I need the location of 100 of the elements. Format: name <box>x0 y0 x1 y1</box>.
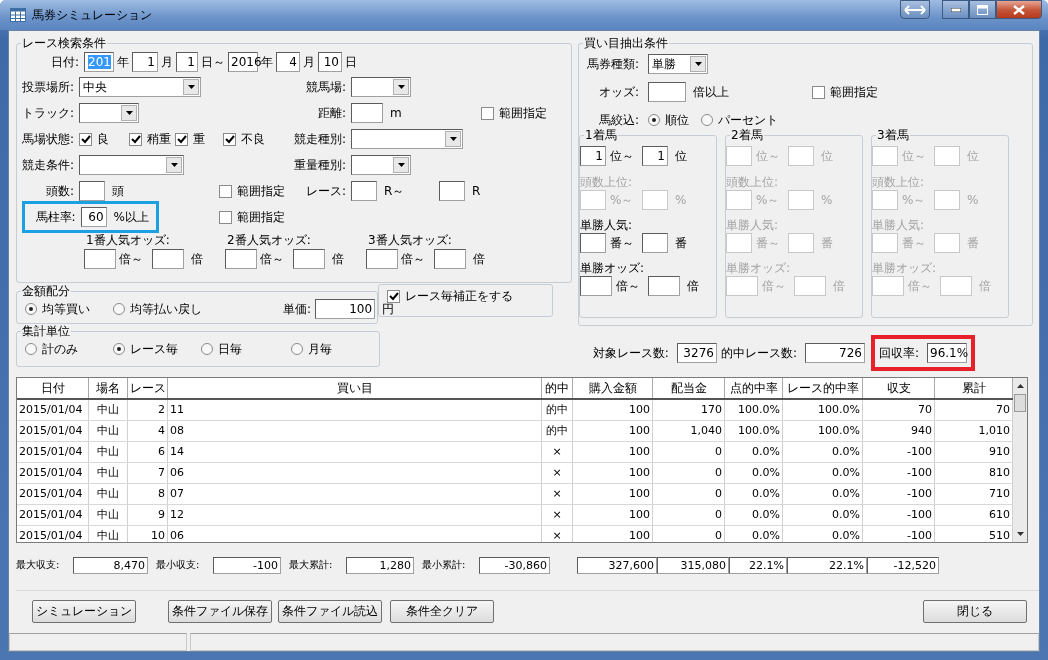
checkbox[interactable] <box>219 184 232 198</box>
unit-label: m <box>389 106 403 120</box>
input-field[interactable]: -12,520 <box>867 556 939 574</box>
radio-button[interactable] <box>25 343 37 355</box>
column-header[interactable]: 配当金 <box>653 378 725 398</box>
unit-label: 倍以上 <box>692 83 730 101</box>
action-button[interactable]: シミュレーション <box>32 600 136 623</box>
resize-button[interactable] <box>900 0 930 19</box>
input-field[interactable]: 1 <box>580 146 606 166</box>
input-field[interactable] <box>580 233 606 253</box>
column-header[interactable]: 点的中率 <box>725 378 783 398</box>
radio-button[interactable] <box>113 303 125 315</box>
action-button[interactable]: 条件ファイル保存 <box>168 600 272 623</box>
input-field[interactable]: 100 <box>315 299 376 319</box>
unit-label: %以上 <box>112 208 150 226</box>
unit-label: 年 <box>261 53 274 71</box>
dropdown[interactable]: 単勝 <box>648 54 708 74</box>
input-field[interactable]: -30,860 <box>479 556 550 574</box>
radio-button[interactable] <box>201 343 213 355</box>
checkbox[interactable] <box>175 132 188 146</box>
input-field[interactable]: 1,280 <box>346 556 414 574</box>
input-field[interactable]: 327,600 <box>577 556 657 574</box>
column-header[interactable]: 的中 <box>542 378 573 398</box>
checkbox[interactable] <box>129 132 142 146</box>
scroll-thumb[interactable] <box>1014 394 1026 412</box>
dropdown[interactable]: 中央 <box>79 77 201 97</box>
radio-button[interactable] <box>113 343 125 355</box>
checkbox[interactable] <box>219 210 232 224</box>
checkbox[interactable] <box>812 85 825 99</box>
input-field[interactable] <box>648 82 686 102</box>
table-cell: 0 <box>653 463 725 483</box>
radio-button[interactable] <box>648 114 660 126</box>
close-dialog-button[interactable]: 閉じる <box>923 600 1027 623</box>
unit-label: 倍 <box>978 277 992 295</box>
field-label: 競走条件: <box>20 156 75 174</box>
input-field[interactable] <box>79 181 105 201</box>
maximize-button[interactable] <box>969 0 996 19</box>
input-field[interactable] <box>439 181 465 201</box>
table-cell: 0.0% <box>725 505 783 525</box>
radio-button[interactable] <box>25 303 37 315</box>
column-header[interactable]: レース <box>128 378 168 398</box>
checkbox[interactable] <box>79 132 92 146</box>
input-field[interactable] <box>152 249 184 269</box>
radio-button[interactable] <box>291 343 303 355</box>
input-field[interactable]: 22.1% <box>787 556 867 574</box>
unit-label: 倍 <box>686 277 700 295</box>
input-field[interactable]: 1 <box>132 52 158 72</box>
input-field[interactable] <box>434 249 466 269</box>
input-field[interactable]: 1 <box>176 52 198 72</box>
input-field[interactable]: 1 <box>642 146 668 166</box>
input-field[interactable] <box>225 249 257 269</box>
column-header[interactable]: 購入金額 <box>573 378 653 398</box>
action-button[interactable]: 条件ファイル読込 <box>278 600 382 623</box>
scrollbar[interactable] <box>1013 378 1027 542</box>
field-label: 最小収支: <box>156 558 201 573</box>
dropdown[interactable] <box>79 103 139 123</box>
checkbox[interactable] <box>387 289 400 303</box>
radio-label: 日毎 <box>218 340 242 358</box>
input-field[interactable] <box>351 181 377 201</box>
field-label: 単勝オッズ: <box>580 260 646 275</box>
input-field[interactable] <box>642 233 668 253</box>
unit-label: 倍～ <box>400 250 426 268</box>
column-header[interactable]: 場名 <box>89 378 128 398</box>
caret-icon <box>166 157 182 173</box>
input-field[interactable]: 96.1% <box>927 343 967 363</box>
input-field[interactable]: 3276 <box>676 343 717 363</box>
dropdown[interactable] <box>351 155 411 175</box>
column-header[interactable]: 収支 <box>863 378 935 398</box>
close-button[interactable] <box>996 0 1042 19</box>
checkbox[interactable] <box>481 106 494 120</box>
column-header[interactable]: 買い目 <box>168 378 542 398</box>
column-header[interactable]: 日付 <box>17 378 89 398</box>
input-field[interactable] <box>648 276 680 296</box>
input-field[interactable] <box>84 249 116 269</box>
column-header[interactable]: レース的中率 <box>783 378 863 398</box>
action-button[interactable]: 条件全クリア <box>390 600 494 623</box>
dropdown[interactable] <box>351 77 411 97</box>
input-field[interactable]: -100 <box>213 556 281 574</box>
input-field[interactable]: 4 <box>276 52 300 72</box>
input-field[interactable]: 8,470 <box>73 556 148 574</box>
input-field[interactable]: 60 <box>80 207 107 227</box>
close-icon <box>1013 4 1025 15</box>
unit-label: 倍 <box>190 250 204 268</box>
input-field[interactable]: 726 <box>804 343 865 363</box>
dropdown[interactable] <box>351 129 463 149</box>
table-cell: 中山 <box>89 442 128 462</box>
input-field[interactable]: 22.1% <box>729 556 787 574</box>
input-field[interactable]: 315,080 <box>657 556 729 574</box>
input-field[interactable]: 10 <box>318 52 342 72</box>
table-cell: 2015/01/04 <box>17 442 89 462</box>
radio-button[interactable] <box>701 114 713 126</box>
dropdown[interactable] <box>79 155 184 175</box>
input-field[interactable] <box>366 249 398 269</box>
minimize-button[interactable] <box>942 0 969 19</box>
input-field[interactable] <box>580 276 612 296</box>
checkbox[interactable] <box>223 132 236 146</box>
field-label: 競馬場: <box>304 78 347 96</box>
input-field[interactable] <box>293 249 325 269</box>
table-cell: 70 <box>863 400 935 420</box>
input-field[interactable] <box>351 103 383 123</box>
